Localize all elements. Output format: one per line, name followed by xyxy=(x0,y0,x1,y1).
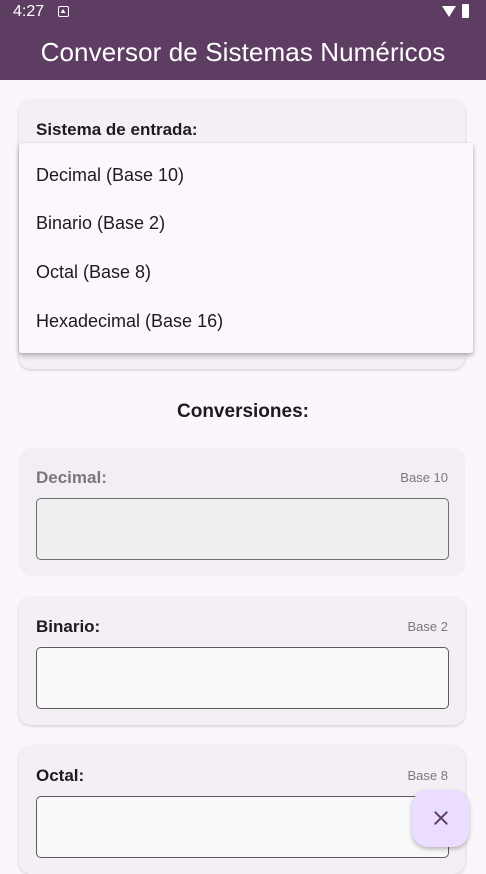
octal-field[interactable] xyxy=(36,796,449,858)
wifi-icon xyxy=(442,6,456,17)
menu-item-binary[interactable]: Binario (Base 2) xyxy=(19,199,473,247)
decimal-card: Decimal: Base 10 xyxy=(19,448,465,576)
status-bar: 4:27 xyxy=(0,0,486,24)
conversions-title: Conversiones: xyxy=(177,401,309,422)
binary-base: Base 2 xyxy=(407,619,448,634)
close-icon xyxy=(433,810,449,826)
decimal-field xyxy=(36,498,449,560)
page-title: Conversor de Sistemas Numéricos xyxy=(40,37,446,67)
clear-button[interactable] xyxy=(412,790,469,847)
decimal-base: Base 10 xyxy=(400,470,448,485)
octal-base: Base 8 xyxy=(407,768,448,783)
menu-item-hexadecimal[interactable]: Hexadecimal (Base 16) xyxy=(19,297,473,345)
octal-card: Octal: Base 8 xyxy=(19,746,465,874)
binary-field[interactable] xyxy=(36,647,449,709)
input-system-dropdown-menu: Decimal (Base 10) Binario (Base 2) Octal… xyxy=(19,143,473,353)
decimal-label: Decimal: xyxy=(36,468,107,487)
notification-icon xyxy=(58,6,69,17)
octal-label: Octal: xyxy=(36,766,85,785)
menu-item-decimal[interactable]: Decimal (Base 10) xyxy=(19,151,473,199)
menu-item-octal[interactable]: Octal (Base 8) xyxy=(19,248,473,296)
binary-card: Binario: Base 2 xyxy=(19,597,465,725)
input-system-label: Sistema de entrada: xyxy=(36,120,198,139)
status-time: 4:27 xyxy=(13,3,45,20)
binary-label: Binario: xyxy=(36,617,101,636)
battery-icon xyxy=(462,4,469,18)
app-bar: Conversor de Sistemas Numéricos xyxy=(0,24,486,80)
